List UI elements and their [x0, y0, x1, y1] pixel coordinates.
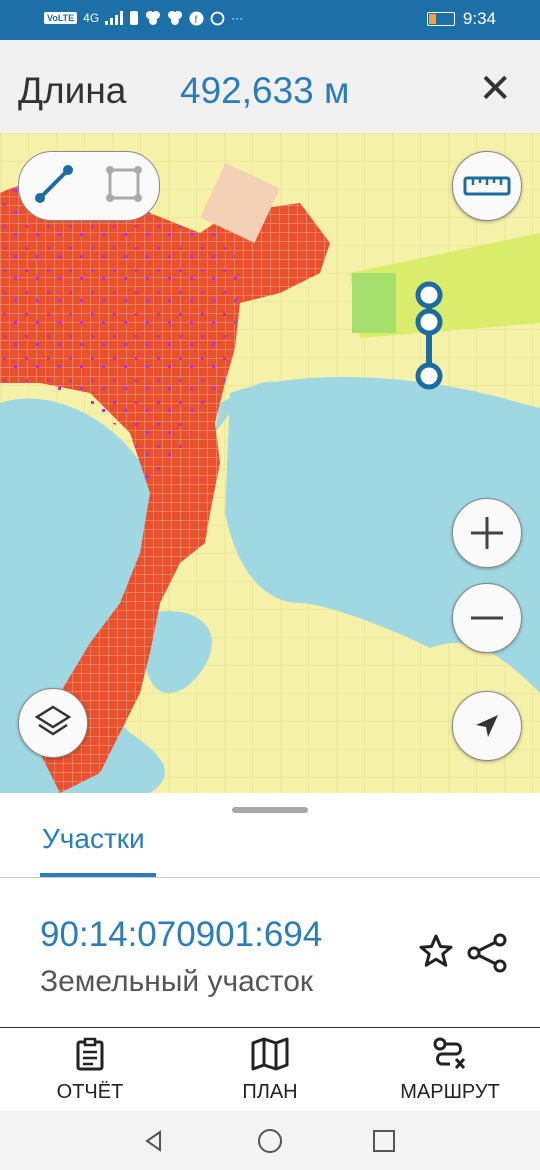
app-notification-icon-2 — [168, 11, 183, 25]
locate-icon — [476, 715, 498, 737]
measure-header: Длина 492,633 м ✕ — [0, 40, 540, 133]
measure-value: 492,633 м — [180, 70, 350, 111]
clock: 9:34 — [462, 9, 496, 28]
tab-parcels[interactable]: Участки — [42, 823, 145, 855]
more-notifications-icon: ··· — [231, 11, 244, 25]
cadastral-number[interactable]: 90:14:070901:694 — [40, 915, 322, 955]
report-label: ОТЧЁТ — [56, 1081, 124, 1103]
plan-label: ПЛАН — [242, 1081, 298, 1103]
signal-icon — [105, 11, 124, 25]
zoom-out-icon — [471, 616, 503, 620]
system-nav-bar — [0, 1111, 540, 1170]
back-icon[interactable] — [142, 1129, 166, 1153]
measure-tool-selector — [18, 151, 160, 221]
report-icon — [76, 1037, 104, 1071]
status-left: VoLTE 4G f ··· — [44, 10, 243, 26]
favorite-star-icon[interactable] — [418, 933, 454, 974]
ruler-button[interactable] — [452, 151, 522, 221]
line-measure-icon[interactable] — [32, 162, 76, 211]
map-plan-icon — [251, 1037, 289, 1071]
measure-label: Длина — [18, 70, 127, 111]
route-label: МАРШРУТ — [400, 1081, 500, 1103]
plan-button[interactable]: ПЛАН — [210, 1028, 330, 1112]
parcel-sheet: Участки 90:14:070901:694 Земельный участ… — [0, 793, 540, 1027]
map-canvas[interactable] — [0, 133, 540, 793]
network-type: 4G — [83, 11, 100, 25]
zoom-out-button[interactable] — [452, 583, 522, 653]
action-bar: ОТЧЁТ ПЛАН МАРШРУТ — [0, 1027, 540, 1112]
sheet-drag-handle[interactable] — [232, 807, 308, 813]
svg-text:f: f — [195, 15, 198, 26]
layers-button[interactable] — [18, 688, 88, 758]
volte-badge: VoLTE — [44, 12, 78, 24]
facebook-icon: f — [189, 11, 204, 26]
tab-indicator — [40, 873, 156, 877]
zoom-in-icon — [471, 517, 503, 549]
map-view[interactable] — [0, 133, 540, 793]
home-icon[interactable] — [257, 1128, 283, 1154]
parcel-type: Земельный участок — [40, 965, 314, 998]
zoom-in-button[interactable] — [452, 498, 522, 568]
tab-divider — [0, 877, 540, 878]
battery-icon — [426, 12, 455, 26]
status-bar: VoLTE 4G f ··· 9:34 — [0, 0, 540, 40]
ruler-icon — [463, 176, 511, 196]
area-measure-icon[interactable] — [102, 162, 146, 211]
whatsapp-icon — [210, 11, 225, 25]
close-icon[interactable]: ✕ — [478, 66, 512, 112]
route-icon — [433, 1037, 466, 1069]
recent-apps-icon[interactable] — [372, 1129, 396, 1153]
locate-button[interactable] — [452, 691, 522, 761]
layers-icon — [34, 705, 72, 736]
report-button[interactable]: ОТЧЁТ — [30, 1028, 150, 1112]
route-button[interactable]: МАРШРУТ — [388, 1028, 512, 1112]
app-notification-icon — [146, 11, 161, 25]
status-right: 9:34 — [426, 9, 496, 29]
share-icon[interactable] — [466, 933, 508, 978]
notification-icon — [130, 11, 139, 25]
